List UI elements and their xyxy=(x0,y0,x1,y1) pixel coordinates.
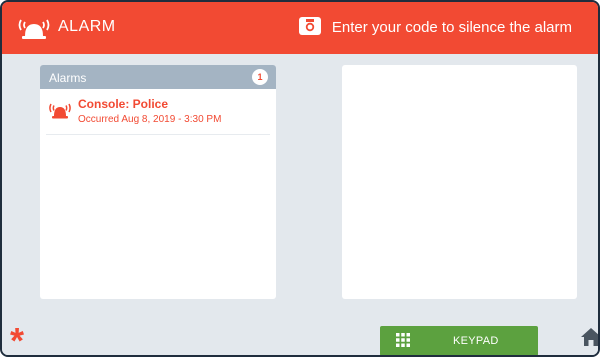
silence-instruction: Enter your code to silence the alarm xyxy=(331,19,572,36)
camera-button[interactable] xyxy=(299,17,321,35)
app-frame: ALARM Enter your code to silence the ala… xyxy=(0,0,600,357)
asterisk-icon[interactable]: * xyxy=(10,323,24,356)
alarm-list-item[interactable]: Console: Police Occurred Aug 8, 2019 - 3… xyxy=(46,95,270,135)
alarms-panel: Alarms 1 Console: Police Occurred Aug 8,… xyxy=(40,65,276,299)
home-icon[interactable] xyxy=(580,326,598,348)
detail-panel xyxy=(342,65,577,299)
alarms-panel-header: Alarms 1 xyxy=(40,65,276,89)
alarm-header: ALARM Enter your code to silence the ala… xyxy=(2,2,598,54)
alarm-title: Console: Police xyxy=(78,97,169,111)
footer-bar: * KEYPAD xyxy=(2,320,598,356)
keypad-label: KEYPAD xyxy=(453,335,499,347)
alarm-timestamp: Occurred Aug 8, 2019 - 3:30 PM xyxy=(78,114,222,125)
page-title: ALARM xyxy=(58,18,116,35)
keypad-grid-icon xyxy=(396,333,410,347)
alarm-count-badge: 1 xyxy=(252,69,268,85)
alarm-siren-icon xyxy=(16,14,52,40)
keypad-button[interactable]: KEYPAD xyxy=(380,326,538,355)
camera-icon xyxy=(305,19,315,32)
alarms-panel-title: Alarms xyxy=(49,71,87,85)
alarm-siren-icon xyxy=(48,99,72,119)
